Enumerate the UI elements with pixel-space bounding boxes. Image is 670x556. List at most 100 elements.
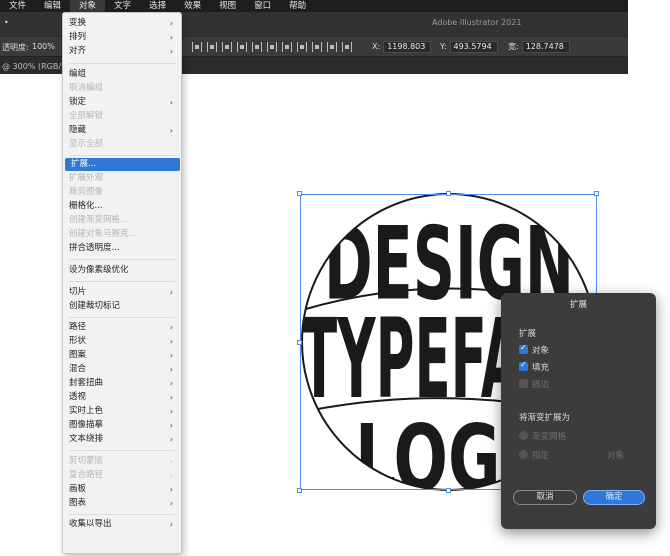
menu-item-label: 取消编组 <box>69 83 104 93</box>
opacity-value[interactable]: 100% <box>32 42 55 51</box>
menu-item-pattern[interactable]: 图案 › <box>63 349 181 362</box>
specify-label: 指定 <box>532 451 550 461</box>
y-input[interactable]: 493.5794 <box>449 41 498 53</box>
distribute-top-icon[interactable] <box>327 42 337 52</box>
handle-bottom-left[interactable] <box>297 488 302 493</box>
menu-item-unlock-all: 全部解锁 <box>63 110 181 123</box>
menu-item-rasterize[interactable]: 栅格化... <box>63 200 181 213</box>
menu-item-label: 图表 <box>69 498 87 508</box>
fill-checkbox[interactable] <box>519 360 528 371</box>
menu-item-trim-marks[interactable]: 创建裁切标记 <box>63 300 181 313</box>
menu-item-flatten-transparency[interactable]: 拼合透明度... <box>63 242 181 255</box>
menu-view[interactable]: 视图 <box>210 0 245 12</box>
menu-item-label: 裁剪图像 <box>69 187 104 197</box>
align-right-icon[interactable] <box>222 42 232 52</box>
menu-item-object-mosaic: 创建对象马赛克... <box>63 228 181 241</box>
menu-separator <box>69 259 175 260</box>
menu-separator <box>69 450 175 451</box>
app-title: Adobe Illustrator 2021 <box>432 18 522 27</box>
menu-item-label: 画板 <box>69 484 87 494</box>
menu-window[interactable]: 窗口 <box>245 0 280 12</box>
menu-item-label: 创建裁切标记 <box>69 301 121 311</box>
menu-help[interactable]: 帮助 <box>280 0 315 12</box>
chevron-right-icon: › <box>169 471 173 480</box>
ok-button[interactable]: 确定 <box>583 490 645 505</box>
menu-item-live-paint[interactable]: 实时上色 › <box>63 405 181 418</box>
menu-item-label: 对齐 <box>69 46 87 56</box>
handle-bottom-center[interactable] <box>446 488 451 493</box>
gradient-mesh-label: 渐变网格 <box>532 432 567 442</box>
distribute-center-icon[interactable] <box>297 42 307 52</box>
width-coordinate: 宽: 128.7478 <box>508 41 570 53</box>
chevron-right-icon: › <box>169 379 173 388</box>
menu-item-gradient-mesh: 创建渐变网格... <box>63 214 181 227</box>
menu-file[interactable]: 文件 <box>0 0 35 12</box>
menu-effect[interactable]: 效果 <box>175 0 210 12</box>
menu-type[interactable]: 文字 <box>105 0 140 12</box>
menu-item-ungroup: 取消编组 <box>63 82 181 95</box>
w-input[interactable]: 128.7478 <box>521 41 570 53</box>
align-left-icon[interactable] <box>192 42 202 52</box>
menu-object[interactable]: 对象 <box>70 0 106 12</box>
align-center-icon[interactable] <box>207 42 217 52</box>
menu-item-label: 全部解锁 <box>69 111 104 121</box>
menu-item-transform[interactable]: 变换 › <box>63 17 181 30</box>
chevron-right-icon: › <box>169 407 173 416</box>
chevron-right-icon: › <box>169 520 173 529</box>
menu-item-blend[interactable]: 混合 › <box>63 363 181 376</box>
menu-item-label: 形状 <box>69 336 87 346</box>
handle-middle-left[interactable] <box>297 340 302 345</box>
chevron-right-icon: › <box>169 98 173 107</box>
menu-item-label: 透视 <box>69 392 87 402</box>
distribute-left-icon[interactable] <box>282 42 292 52</box>
align-top-icon[interactable] <box>237 42 247 52</box>
w-label: 宽: <box>508 42 519 51</box>
menu-item-label: 复合路径 <box>69 470 104 480</box>
menu-item-label: 扩展外观 <box>69 173 104 183</box>
distribute-right-icon[interactable] <box>312 42 322 52</box>
handle-top-right[interactable] <box>594 191 599 196</box>
menu-item-hide[interactable]: 隐藏 › <box>63 124 181 137</box>
menu-item-label: 锁定 <box>69 97 87 107</box>
menu-item-path[interactable]: 路径 › <box>63 321 181 334</box>
distribute-middle-icon[interactable] <box>342 42 352 52</box>
menu-item-expand-appearance: 扩展外观 <box>63 172 181 185</box>
menu-item-label: 图像描摹 <box>69 420 104 430</box>
menu-separator <box>69 317 175 318</box>
menu-item-lock[interactable]: 锁定 › <box>63 96 181 109</box>
object-checkbox-label: 对象 <box>532 346 550 356</box>
align-bottom-icon[interactable] <box>267 42 277 52</box>
menu-item-align[interactable]: 对齐 › <box>63 45 181 58</box>
menu-item-artboards[interactable]: 画板 › <box>63 483 181 496</box>
menu-item-label: 变换 <box>69 18 87 28</box>
menu-item-label: 封套扭曲 <box>69 378 104 388</box>
menu-item-label: 图案 <box>69 350 87 360</box>
menu-item-collect-for-export[interactable]: 收集以导出 › <box>63 518 181 531</box>
menu-item-slice[interactable]: 切片 › <box>63 286 181 299</box>
menu-item-image-trace[interactable]: 图像描摹 › <box>63 419 181 432</box>
menu-separator <box>69 281 175 282</box>
menu-item-pixel-perfect[interactable]: 设为像素级优化 <box>63 264 181 277</box>
menu-item-envelope-distort[interactable]: 封套扭曲 › <box>63 377 181 390</box>
menu-item-arrange[interactable]: 排列 › <box>63 31 181 44</box>
menu-item-label: 显示全部 <box>69 139 104 149</box>
menu-item-group[interactable]: 编组 <box>63 68 181 81</box>
menu-item-label: 剪切蒙版 <box>69 456 104 466</box>
x-input[interactable]: 1198.803 <box>383 41 432 53</box>
handle-top-left[interactable] <box>297 191 302 196</box>
menu-edit[interactable]: 编辑 <box>35 0 70 12</box>
menu-item-perspective[interactable]: 透视 › <box>63 391 181 404</box>
menu-separator <box>69 514 175 515</box>
menu-item-expand[interactable]: 扩展... <box>65 158 180 171</box>
menu-item-text-wrap[interactable]: 文本绕排 › <box>63 433 181 446</box>
cancel-button[interactable]: 取消 <box>513 490 577 505</box>
menu-item-shape[interactable]: 形状 › <box>63 335 181 348</box>
menu-item-label: 编组 <box>69 69 87 79</box>
menu-select[interactable]: 选择 <box>140 0 175 12</box>
align-middle-icon[interactable] <box>252 42 262 52</box>
menu-item-crop-image: 裁剪图像 <box>63 186 181 199</box>
menu-item-label: 收集以导出 <box>69 519 112 529</box>
handle-top-center[interactable] <box>446 191 451 196</box>
object-checkbox[interactable] <box>519 343 528 354</box>
menu-item-graph[interactable]: 图表 › <box>63 497 181 510</box>
